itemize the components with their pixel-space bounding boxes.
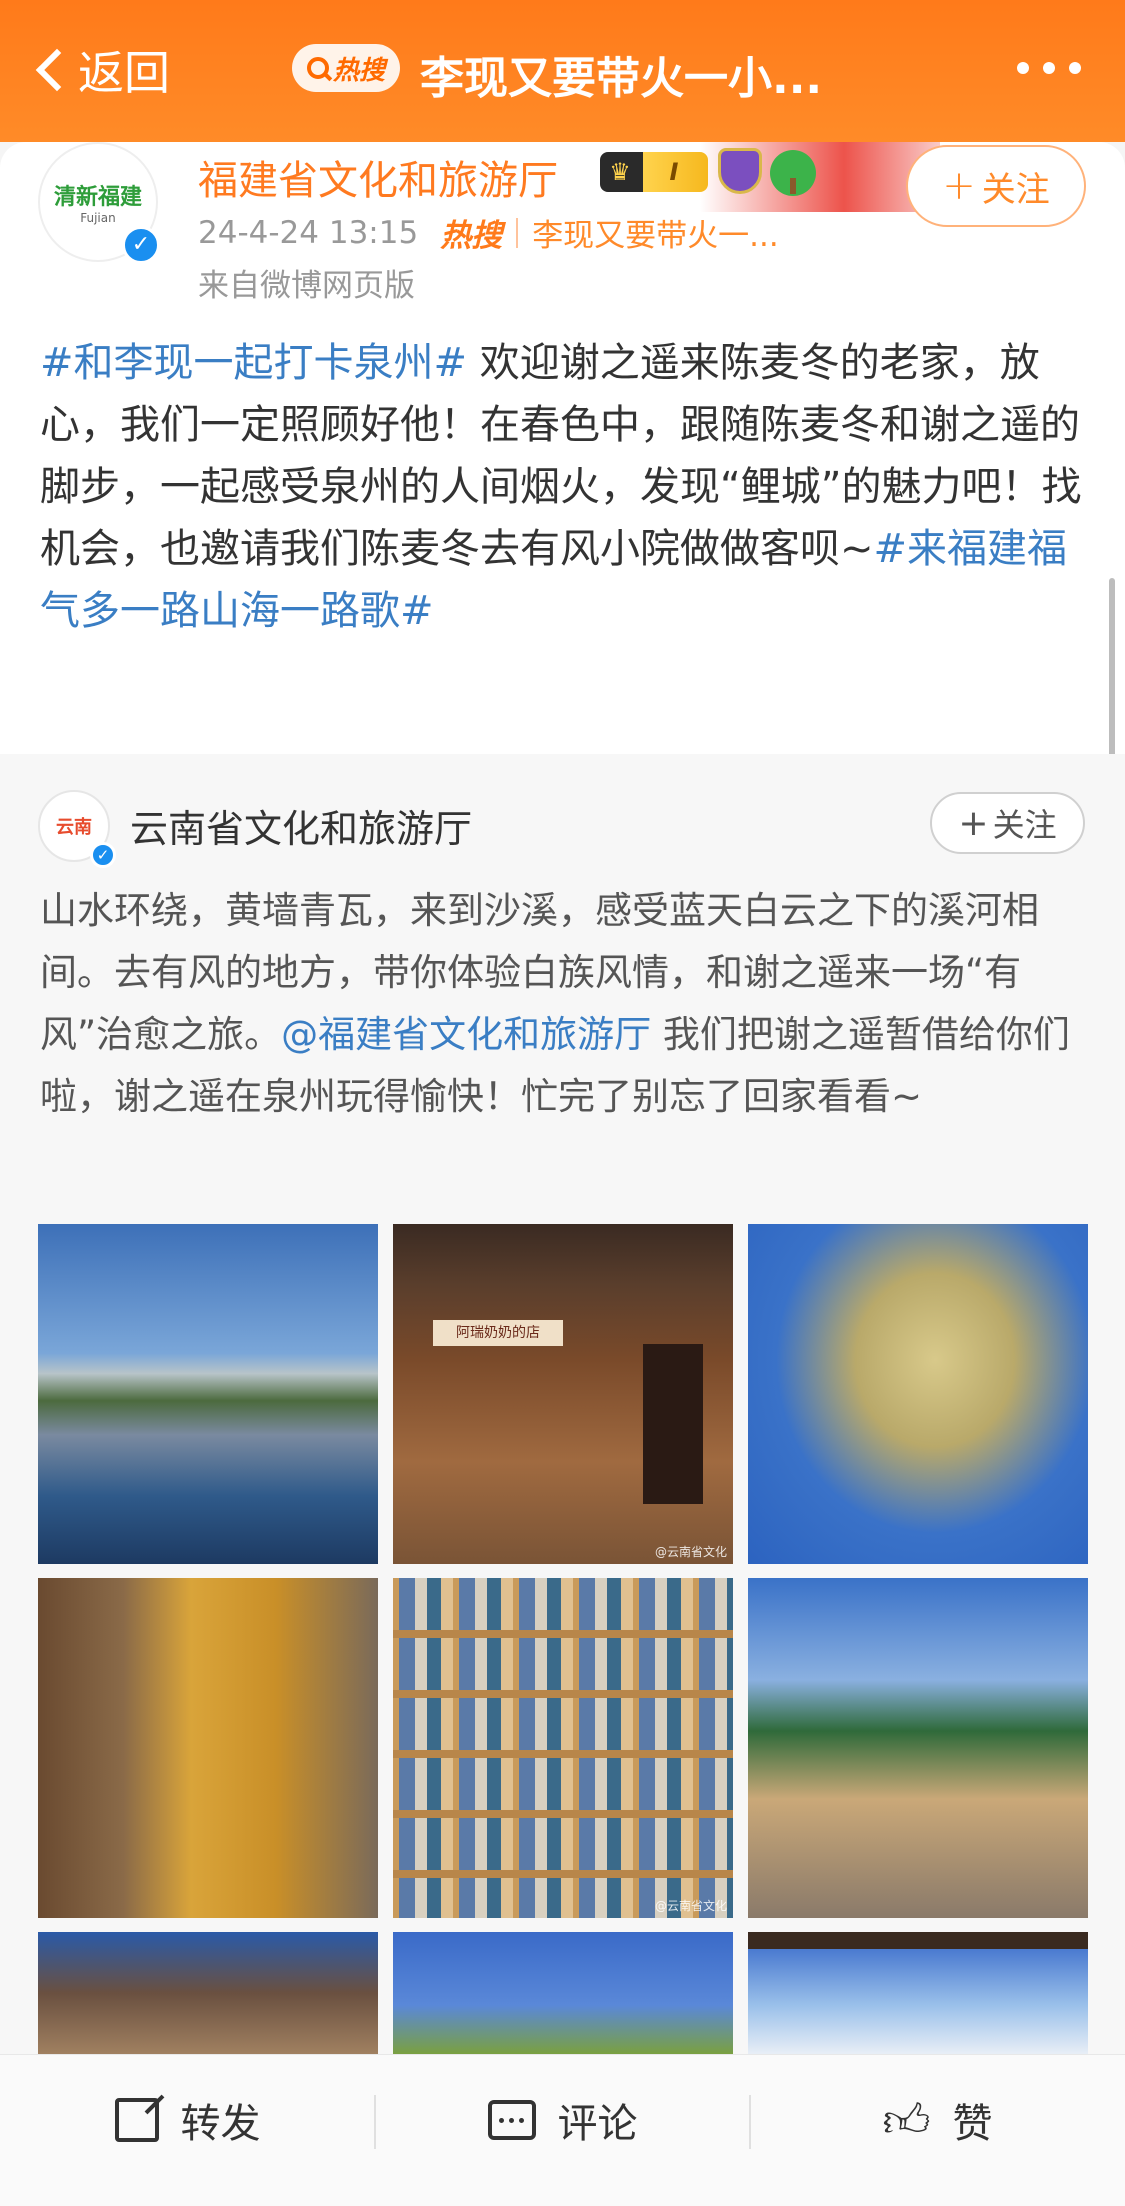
photo-street[interactable] [748, 1578, 1088, 1918]
photo-river[interactable] [38, 1224, 378, 1564]
shop-sign: 阿瑞奶奶的店 [433, 1320, 563, 1346]
shield-icon[interactable] [718, 148, 762, 194]
like-button[interactable]: 👍︎ 赞 [750, 2055, 1125, 2185]
thumbs-up-icon: 👍︎ [882, 2093, 931, 2147]
comment-icon [487, 2100, 536, 2140]
scrollbar[interactable] [1109, 578, 1115, 754]
level-badge[interactable]: ♛ I [600, 152, 708, 192]
post-card-fujian: 清新福建 Fujian ✓ 福建省文化和旅游厅 ♛ I + 关注 24-4-24… [0, 142, 1125, 754]
share-button[interactable]: 转发 [0, 2055, 375, 2185]
photo-sky-tree[interactable] [393, 1932, 733, 2054]
top-bar: 返回 热搜 李现又要带火一小... [0, 0, 1125, 142]
more-icon[interactable] [1017, 62, 1081, 74]
search-icon [306, 57, 329, 79]
hot-topic-link[interactable]: 李现又要带火一... [532, 210, 779, 255]
post-source: 来自微博网页版 [198, 268, 415, 304]
photo-alley[interactable] [38, 1578, 378, 1918]
tree-icon[interactable] [770, 150, 816, 196]
photo-shop[interactable]: 阿瑞奶奶的店 @云南省文化 [393, 1224, 733, 1564]
avatar[interactable]: 云南 ✓ [38, 790, 116, 868]
post-text: 山水环绕，黄墙青瓦，来到沙溪，感受蓝天白云之下的溪河相间。去有风的地方，带你体验… [40, 880, 1085, 1128]
watermark: @云南省文化 [654, 1899, 727, 1913]
hashtag-link[interactable]: #和李现一起打卡泉州# [40, 340, 467, 386]
comment-button[interactable]: 评论 [375, 2055, 750, 2185]
chevron-left-icon [35, 48, 79, 92]
follow-button[interactable]: + 关注 [930, 792, 1085, 854]
share-icon [114, 2098, 159, 2142]
plus-icon: + [958, 802, 989, 844]
photo-bookshelf[interactable]: @云南省文化 [393, 1578, 733, 1918]
author-name[interactable]: 福建省文化和旅游厅 [198, 148, 558, 206]
mention-link[interactable]: @福建省文化和旅游厅 [281, 1013, 651, 1056]
post-card-yunnan: 云南 ✓ 云南省文化和旅游厅 + 关注 山水环绕，黄墙青瓦，来到沙溪，感受蓝天白… [0, 754, 1125, 2054]
hot-label[interactable]: 热搜 [440, 210, 502, 255]
bottom-action-bar: 转发 评论 👍︎ 赞 [0, 2054, 1125, 2206]
crown-icon: ♛ [609, 158, 631, 186]
author-name[interactable]: 云南省文化和旅游厅 [130, 798, 472, 853]
verified-icon: ✓ [90, 842, 116, 868]
verified-icon: ✓ [122, 226, 160, 264]
post-time: 24-4-24 13:15 [198, 214, 419, 251]
photo-clouds[interactable] [748, 1932, 1088, 2054]
page-title: 李现又要带火一小... [420, 53, 823, 104]
watermark: @云南省文化 [654, 1545, 727, 1559]
photo-rooftops[interactable] [38, 1932, 378, 2054]
hot-search-badge[interactable]: 热搜 [292, 44, 400, 92]
divider [516, 217, 519, 248]
plus-icon: + [942, 163, 976, 209]
follow-button[interactable]: + 关注 [906, 145, 1086, 227]
back-label: 返回 [78, 46, 170, 100]
back-button[interactable]: 返回 [30, 30, 170, 110]
photo-tree[interactable] [748, 1224, 1088, 1564]
post-meta: 24-4-24 13:15 热搜 李现又要带火一... [198, 210, 779, 255]
post-text: #和李现一起打卡泉州# 欢迎谢之遥来陈麦冬的老家，放心，我们一定照顾好他！在春色… [40, 332, 1085, 642]
